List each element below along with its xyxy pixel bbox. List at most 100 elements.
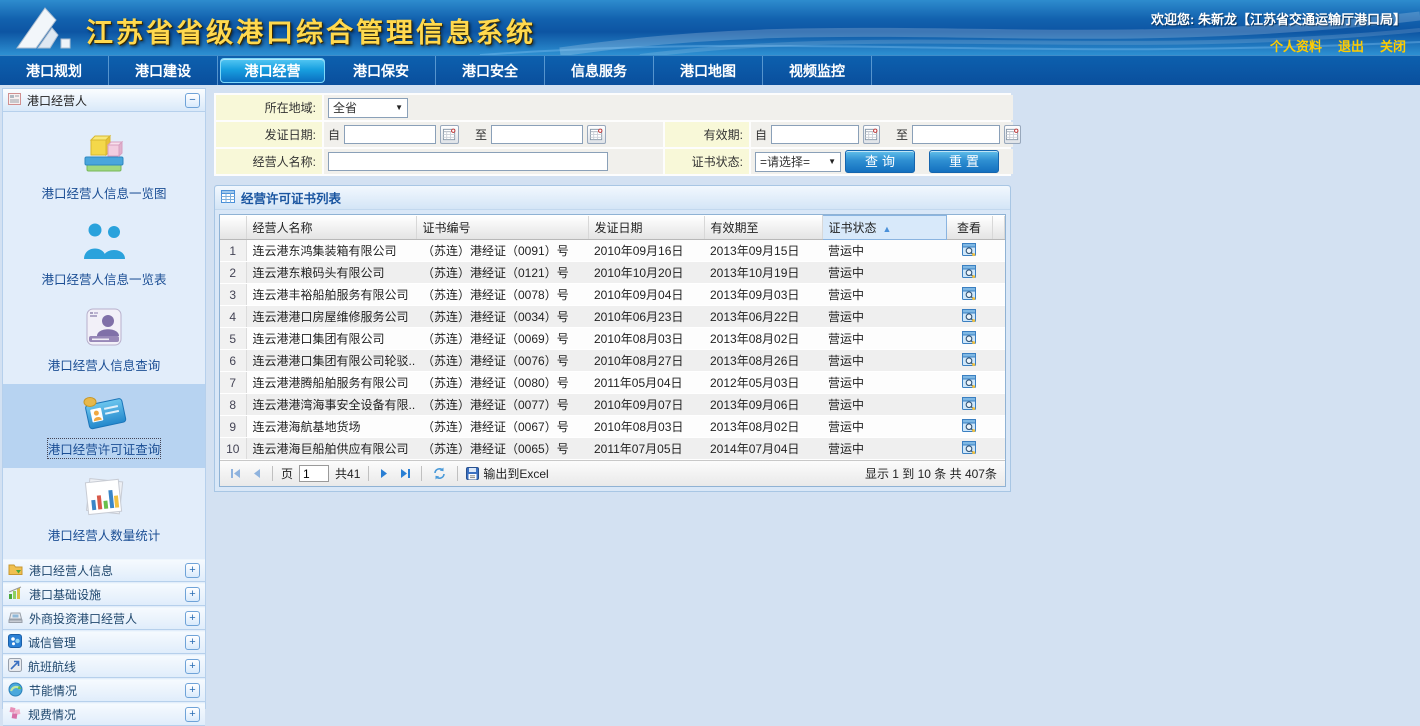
sidebar-item-4[interactable]: 港口经营人数量统计: [3, 468, 205, 554]
sidebar-section-3[interactable]: 诚信管理+: [3, 631, 205, 654]
sidebar-item-2[interactable]: 港口经营人信息查询: [3, 298, 205, 384]
validity-from-calendar-button[interactable]: [863, 125, 880, 144]
tab-港口建设[interactable]: 港口建设: [109, 56, 218, 85]
expand-section-button[interactable]: +: [185, 707, 200, 722]
cell-cert_no: （苏连）港经证（0078）号: [416, 284, 588, 306]
view-record-button[interactable]: [946, 372, 992, 394]
view-record-button[interactable]: [946, 306, 992, 328]
table-row[interactable]: 7连云港港腾船舶服务有限公司（苏连）港经证（0080）号2011年05月04日2…: [220, 372, 1005, 394]
cell-filler: [992, 262, 1005, 284]
tab-港口经营[interactable]: 港口经营: [220, 58, 325, 83]
issue-date-from-input[interactable]: [344, 125, 436, 144]
table-row[interactable]: 5连云港港口集团有限公司（苏连）港经证（0069）号2010年08月03日201…: [220, 328, 1005, 350]
view-record-button[interactable]: [946, 350, 992, 372]
view-record-button[interactable]: [946, 394, 992, 416]
license-card-icon: [80, 393, 128, 434]
column-header-label: 证书状态: [829, 221, 877, 235]
cell-num: 9: [220, 416, 246, 438]
header-link-0[interactable]: 个人资料: [1270, 36, 1322, 55]
sidebar-section-5[interactable]: 节能情况+: [3, 679, 205, 702]
next-page-button[interactable]: [377, 468, 391, 479]
header-links: 个人资料退出关闭: [1270, 36, 1406, 55]
divider: [368, 466, 369, 481]
table-row[interactable]: 10连云港海巨船舶供应有限公司（苏连）港经证（0065）号2011年07月05日…: [220, 438, 1005, 460]
cell-num: 1: [220, 240, 246, 262]
export-excel-button[interactable]: 输出到Excel: [466, 465, 548, 482]
validity-from-input[interactable]: [771, 125, 859, 144]
sidebar-section-0[interactable]: 港口经营人信息+: [3, 559, 205, 582]
region-select[interactable]: 全省 ▼: [328, 98, 408, 118]
cell-status: 营运中: [822, 394, 946, 416]
column-header-3[interactable]: 有效期至: [704, 216, 822, 240]
view-record-button[interactable]: [946, 328, 992, 350]
table-row[interactable]: 4连云港港口房屋维修服务公司（苏连）港经证（0034）号2010年06月23日2…: [220, 306, 1005, 328]
table-row[interactable]: 9连云港海航基地货场（苏连）港经证（0067）号2010年08月03日2013年…: [220, 416, 1005, 438]
sidebar-item-3[interactable]: 港口经营许可证查询: [3, 384, 205, 468]
refresh-button[interactable]: [430, 466, 449, 481]
tab-港口保安[interactable]: 港口保安: [327, 56, 436, 85]
table-row[interactable]: 2连云港东粮码头有限公司（苏连）港经证（0121）号2010年10月20日201…: [220, 262, 1005, 284]
first-page-button[interactable]: [228, 468, 244, 479]
cell-status: 营运中: [822, 306, 946, 328]
collapse-panel-button[interactable]: −: [185, 93, 200, 108]
sidebar-section-6[interactable]: 规费情况+: [3, 703, 205, 726]
view-record-button[interactable]: [946, 416, 992, 438]
column-header-5[interactable]: 查看: [946, 216, 992, 240]
prev-page-button[interactable]: [250, 468, 264, 479]
header-link-2[interactable]: 关闭: [1380, 36, 1406, 55]
sidebar-section-label: 港口基础设施: [29, 586, 179, 603]
issue-date-label: 发证日期:: [216, 122, 322, 147]
issue-date-to-input[interactable]: [491, 125, 583, 144]
sidebar-section-2[interactable]: 外商投资港口经营人+: [3, 607, 205, 630]
expand-section-button[interactable]: +: [185, 611, 200, 626]
column-header-2[interactable]: 发证日期: [588, 216, 704, 240]
expand-section-button[interactable]: +: [185, 587, 200, 602]
issue-date-from-calendar-button[interactable]: [440, 125, 459, 144]
query-button[interactable]: 查询: [845, 150, 915, 173]
pagination-bar: 页 共41: [220, 460, 1005, 486]
table-icon: [221, 190, 235, 206]
view-record-button[interactable]: [946, 438, 992, 460]
column-header-4[interactable]: 证书状态▲: [822, 216, 946, 240]
issue-date-to-calendar-button[interactable]: [587, 125, 606, 144]
reset-button[interactable]: 重置: [929, 150, 999, 173]
table-row[interactable]: 6连云港港口集团有限公司轮驳...（苏连）港经证（0076）号2010年08月2…: [220, 350, 1005, 372]
content-area: 港口经营人 − 港口经营人信息一览图港口经营人信息一览表港口经营人信息查询港口经…: [0, 85, 1420, 709]
page-number-input[interactable]: [299, 465, 329, 482]
sidebar-section-4[interactable]: 航班航线+: [3, 655, 205, 678]
cell-valid_until: 2013年08月02日: [704, 416, 822, 438]
cell-status: 营运中: [822, 284, 946, 306]
expand-section-button[interactable]: +: [185, 635, 200, 650]
table-row[interactable]: 3连云港丰裕船舶服务有限公司（苏连）港经证（0078）号2010年09月04日2…: [220, 284, 1005, 306]
cell-name: 连云港海航基地货场: [246, 416, 416, 438]
sidebar-item-0[interactable]: 港口经营人信息一览图: [3, 124, 205, 212]
sidebar-panel-header[interactable]: 港口经营人 −: [3, 89, 205, 112]
tab-港口地图[interactable]: 港口地图: [654, 56, 763, 85]
table-row[interactable]: 8连云港港湾海事安全设备有限...（苏连）港经证（0077）号2010年09月0…: [220, 394, 1005, 416]
tab-港口安全[interactable]: 港口安全: [436, 56, 545, 85]
header-link-1[interactable]: 退出: [1338, 36, 1364, 55]
validity-cell: 自 至: [751, 122, 1013, 147]
tab-港口规划[interactable]: 港口规划: [0, 56, 109, 85]
calendar-icon: [589, 127, 604, 142]
laptop-icon: [8, 611, 23, 627]
sidebar-section-1[interactable]: 港口基础设施 +: [3, 583, 205, 606]
validity-to-calendar-button[interactable]: [1004, 125, 1021, 144]
table-row[interactable]: 1连云港东鸿集装箱有限公司（苏连）港经证（0091）号2010年09月16日20…: [220, 240, 1005, 262]
expand-section-button[interactable]: +: [185, 563, 200, 578]
operator-name-input[interactable]: [328, 152, 608, 171]
tab-视频监控[interactable]: 视频监控: [763, 56, 872, 85]
last-page-button[interactable]: [397, 468, 413, 479]
sidebar-item-1[interactable]: 港口经营人信息一览表: [3, 212, 205, 298]
tab-信息服务[interactable]: 信息服务: [545, 56, 654, 85]
column-header-1[interactable]: 证书编号: [416, 216, 588, 240]
view-record-button[interactable]: [946, 262, 992, 284]
cert-status-select[interactable]: =请选择= ▼: [755, 152, 841, 172]
expand-section-button[interactable]: +: [185, 683, 200, 698]
validity-to-input[interactable]: [912, 125, 1000, 144]
column-header-0[interactable]: 经营人名称: [246, 216, 416, 240]
view-record-button[interactable]: [946, 240, 992, 262]
expand-section-button[interactable]: +: [185, 659, 200, 674]
first-page-icon: [230, 468, 242, 479]
view-record-button[interactable]: [946, 284, 992, 306]
